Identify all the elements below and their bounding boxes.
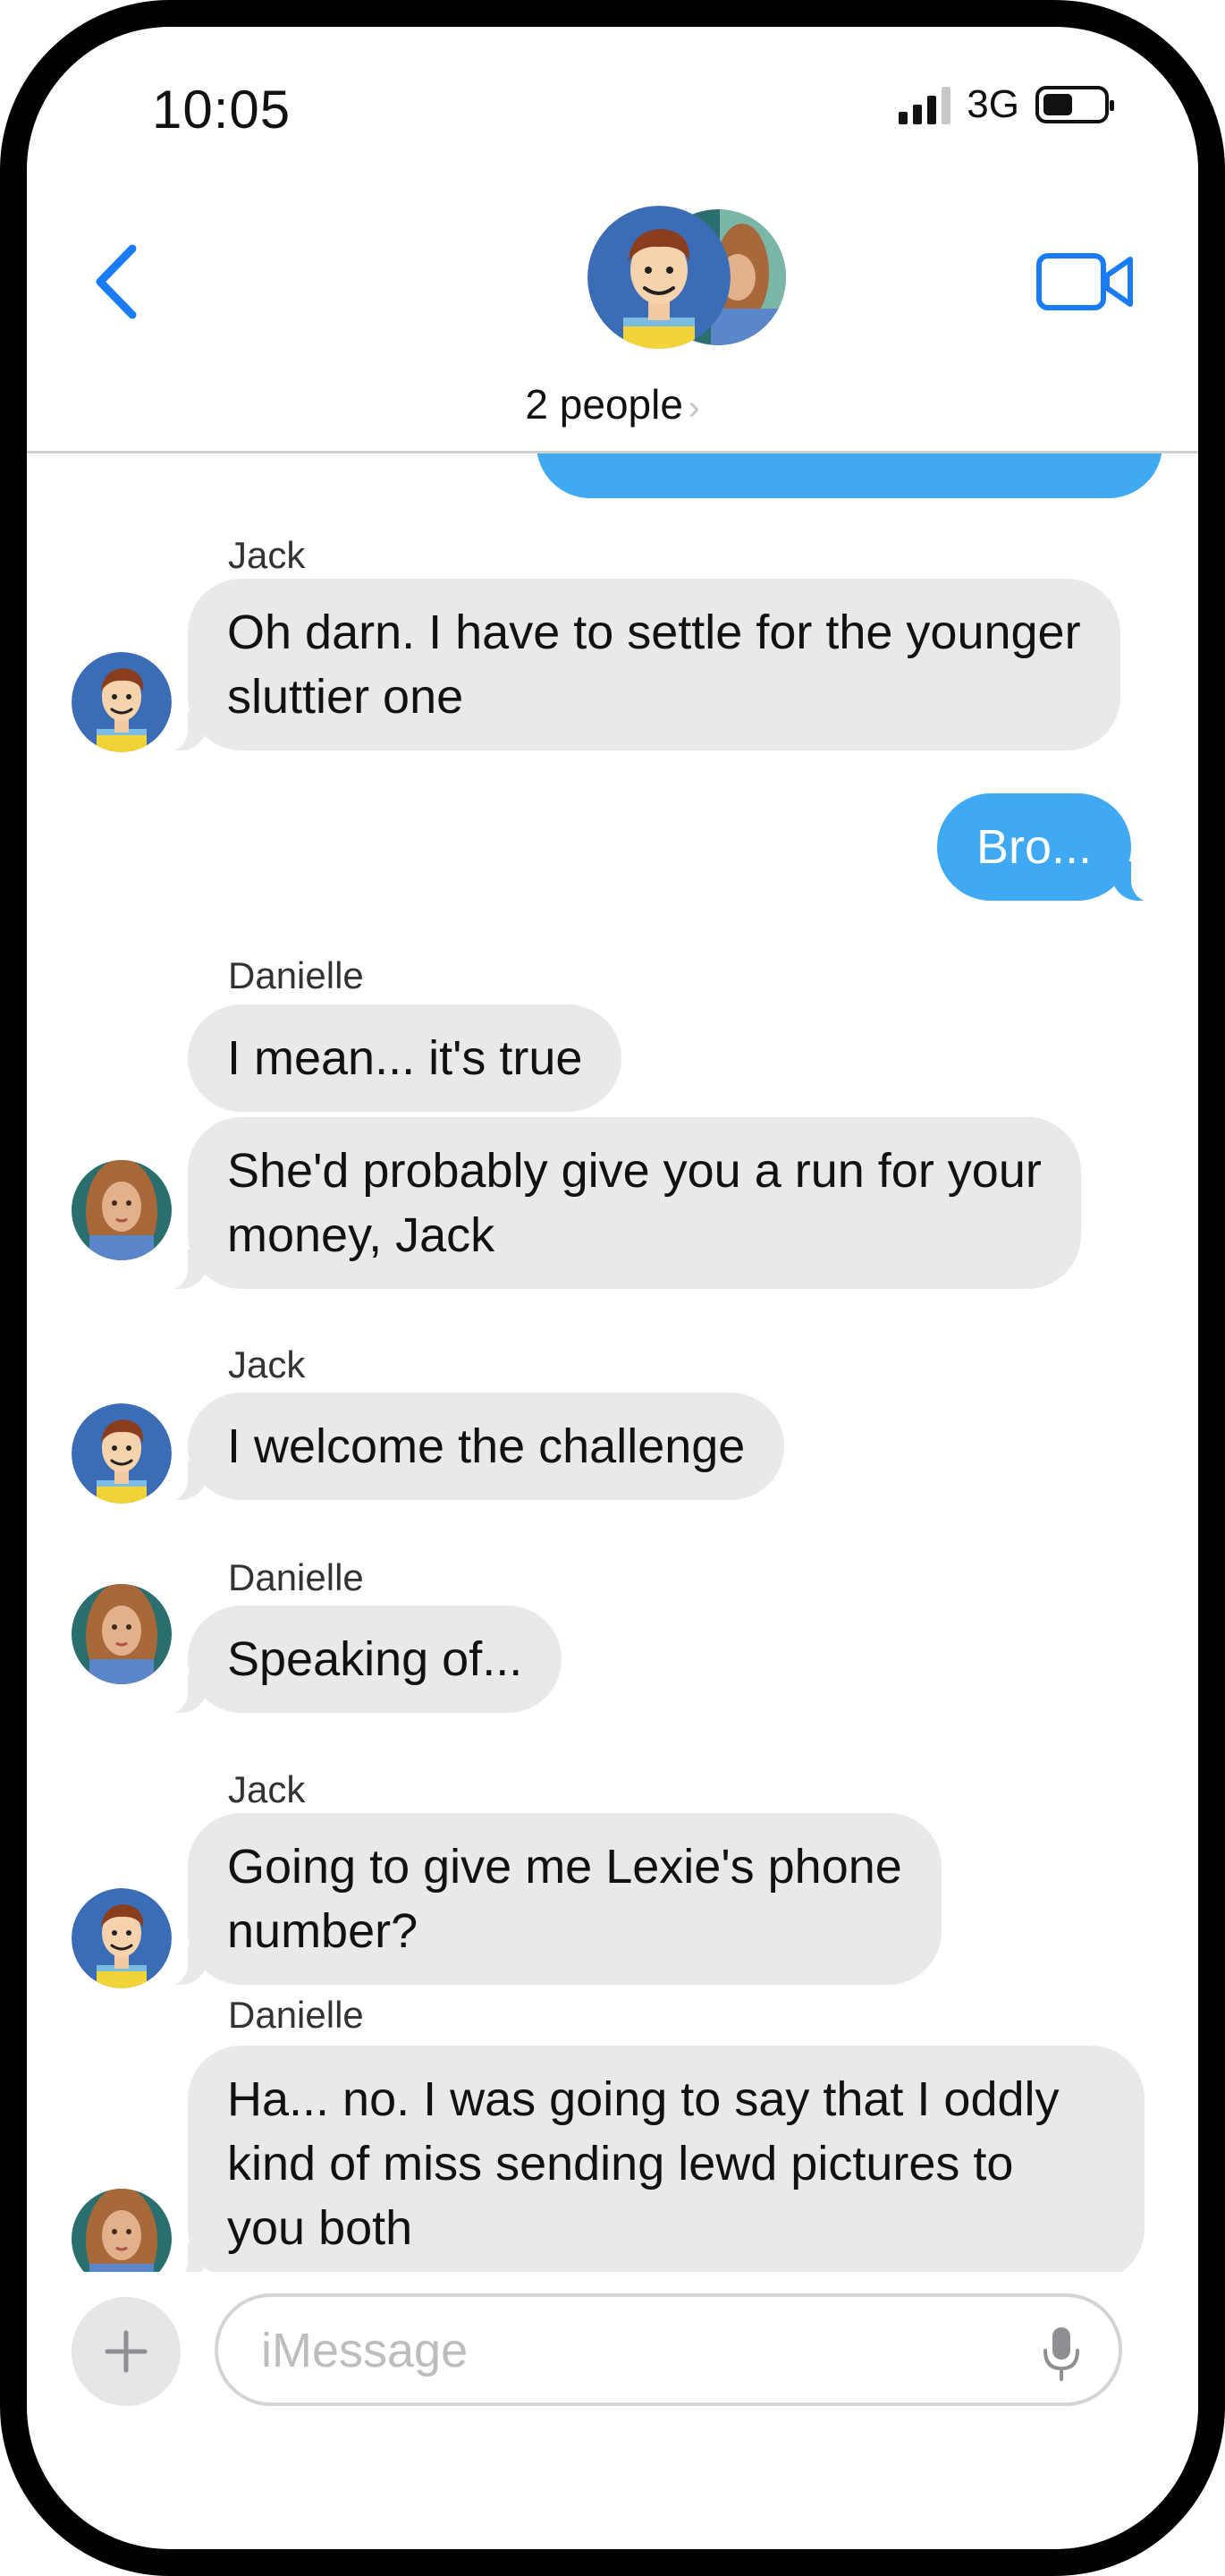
message-line: number? bbox=[227, 1904, 418, 1958]
avatar-danielle[interactable] bbox=[72, 1584, 172, 1684]
avatar-jack[interactable] bbox=[72, 1888, 172, 1988]
avatar-danielle[interactable] bbox=[72, 1160, 172, 1260]
phone-frame: 10:05 3G 2 people › Jack Oh darn. I have… bbox=[0, 0, 1225, 2576]
status-time: 10:05 bbox=[152, 80, 291, 140]
plus-icon bbox=[105, 2330, 148, 2373]
outgoing-message-bubble[interactable]: Bro... bbox=[936, 793, 1168, 902]
sender-name: Danielle bbox=[228, 954, 364, 996]
conversation-title[interactable]: 2 people › bbox=[27, 380, 1198, 428]
message-line: kind of miss sending lewd pictures to bbox=[227, 2137, 1014, 2190]
chevron-left-icon[interactable] bbox=[89, 242, 143, 322]
message-line: Ha... no. I was going to say that I oddl… bbox=[227, 2072, 1060, 2126]
participants-label[interactable]: 2 people bbox=[525, 381, 683, 428]
message-line: I welcome the challenge bbox=[227, 1419, 746, 1473]
video-camera-icon[interactable] bbox=[1035, 250, 1136, 313]
message-line: Going to give me Lexie's phone bbox=[227, 1840, 902, 1894]
battery-icon bbox=[1035, 86, 1114, 123]
message-line: sluttier one bbox=[227, 670, 464, 724]
group-avatar[interactable] bbox=[586, 206, 800, 349]
message-line: Bro... bbox=[976, 820, 1092, 874]
message-bubble[interactable]: Ha... no. I was going to say that I oddl… bbox=[152, 2046, 1145, 2272]
message-list[interactable]: Jack Oh darn. I have to settle for the y… bbox=[27, 453, 1198, 2272]
message-line: Speaking of... bbox=[227, 1632, 523, 1686]
message-input-container[interactable] bbox=[215, 2293, 1122, 2406]
message-line: you both bbox=[227, 2201, 413, 2255]
avatar-jack[interactable] bbox=[72, 652, 172, 752]
sender-name: Jack bbox=[228, 534, 306, 576]
message-bubble[interactable]: I welcome the challenge bbox=[151, 1393, 785, 1502]
microphone-icon[interactable] bbox=[1042, 2326, 1081, 2383]
message-bubble[interactable]: She'd probably give you a run for your m… bbox=[152, 1117, 1081, 1291]
avatar-jack[interactable] bbox=[72, 1403, 172, 1504]
sender-name: Danielle bbox=[228, 1556, 364, 1598]
message-line: She'd probably give you a run for your bbox=[227, 1144, 1042, 1198]
signal-icon bbox=[899, 85, 951, 124]
message-bubble[interactable]: I mean... it's true bbox=[188, 1004, 622, 1112]
message-bubble[interactable]: Speaking of... bbox=[151, 1606, 562, 1715]
add-attachment-button[interactable] bbox=[72, 2297, 181, 2406]
message-bubble[interactable]: Going to give me Lexie's phone number? bbox=[152, 1813, 942, 1987]
outgoing-bubble-partial[interactable] bbox=[536, 453, 1162, 498]
message-line: money, Jack bbox=[227, 1208, 495, 1262]
network-label: 3G bbox=[967, 82, 1019, 126]
message-bubble[interactable]: Oh darn. I have to settle for the younge… bbox=[152, 579, 1120, 752]
message-line: I mean... it's true bbox=[227, 1031, 583, 1085]
sender-name: Danielle bbox=[228, 1994, 364, 2036]
sender-name: Jack bbox=[228, 1768, 306, 1810]
chevron-right-icon: › bbox=[688, 389, 700, 427]
avatar-danielle[interactable] bbox=[72, 2189, 172, 2272]
message-line: Oh darn. I have to settle for the younge… bbox=[227, 606, 1081, 659]
sender-name: Jack bbox=[228, 1343, 306, 1385]
message-input[interactable] bbox=[261, 2317, 976, 2385]
status-icons: 3G bbox=[899, 82, 1114, 127]
